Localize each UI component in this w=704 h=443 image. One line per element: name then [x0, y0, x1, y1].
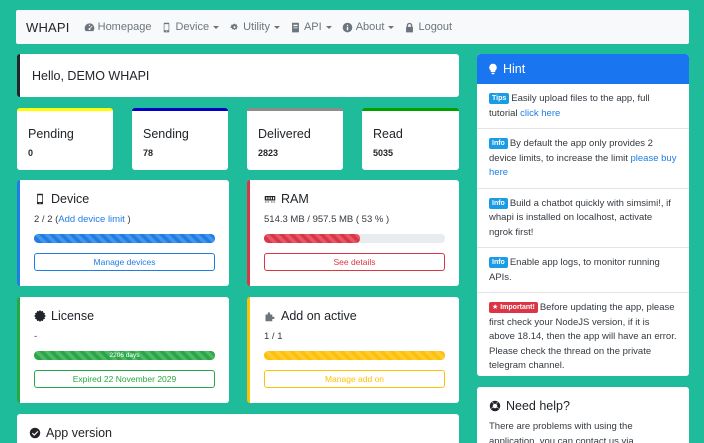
ram-progress-bar: [264, 234, 445, 243]
addon-title: Add on active: [264, 309, 445, 323]
nav-logout[interactable]: Logout: [404, 21, 452, 33]
help-text: There are problems with using the applic…: [489, 421, 634, 443]
ram-progress-fill: [264, 234, 360, 243]
hint-item: Info Build a chatbot quickly with simsimi…: [477, 189, 689, 248]
hint-text: Build a chatbot quickly with simsimi!, i…: [489, 197, 671, 238]
device-panel: Device 2 / 2 (Add device limit ) Manage …: [17, 180, 229, 286]
hint-item: Tips Easily upload files to the app, full…: [477, 84, 689, 129]
info-icon: [342, 22, 353, 32]
hint-text: Enable app logs, to monitor running APIs…: [489, 257, 660, 283]
star-icon: ★: [492, 304, 501, 311]
license-progress-fill: 2206 days: [34, 351, 215, 360]
greeting-card: Hello, DEMO WHAPI: [17, 54, 459, 97]
device-count: 2 / 2 (Add device limit ): [34, 214, 131, 225]
stat-label: Delivered: [258, 127, 311, 141]
device-title: Device: [34, 192, 215, 206]
stat-value: 5035: [373, 148, 394, 158]
license-expiry-button[interactable]: Expired 22 November 2029: [34, 370, 215, 388]
help-title: Need help?: [489, 399, 677, 413]
stat-label: Read: [373, 127, 403, 141]
nav-about-dropdown[interactable]: About: [342, 21, 395, 33]
important-badge: ★ Important!: [489, 302, 538, 313]
stat-value: 78: [143, 148, 154, 158]
license-progress-bar: 2206 days: [34, 351, 215, 360]
navbar: WHAPI Homepage Device Utility API About …: [16, 10, 689, 44]
nav-api-dropdown[interactable]: API: [290, 21, 332, 33]
nav-device-dropdown[interactable]: Device: [161, 21, 220, 33]
certificate-icon: [34, 310, 46, 322]
manage-addon-button[interactable]: Manage add on: [264, 370, 445, 388]
addon-progress-bar: [264, 351, 445, 360]
brand-logo[interactable]: WHAPI: [26, 20, 70, 35]
addon-panel: Add on active 1 / 1 Manage add on: [247, 297, 459, 403]
info-badge: Tips: [489, 93, 510, 104]
check-circle-icon: [29, 427, 41, 439]
manage-devices-button[interactable]: Manage devices: [34, 253, 215, 271]
dashboard-icon: [84, 22, 94, 31]
see-details-button[interactable]: See details: [264, 253, 445, 271]
memory-icon: [264, 196, 276, 203]
license-panel: License - 2206 days Expired 22 November …: [17, 297, 229, 403]
greeting-text: Hello, DEMO WHAPI: [32, 68, 150, 83]
hint-item: Info Enable app logs, to monitor running …: [477, 248, 689, 293]
stat-card-pending: Pending 0: [17, 108, 113, 170]
ram-title: RAM: [264, 192, 445, 206]
stat-value: 2823: [258, 148, 279, 158]
nav-utility-dropdown[interactable]: Utility: [229, 21, 280, 33]
add-device-limit-link[interactable]: Add device limit: [58, 214, 125, 225]
app-version-card: App version: [17, 414, 459, 443]
license-text: -: [34, 331, 38, 342]
hint-item: Info By default the app only provides 2 d…: [477, 129, 689, 189]
app-version-title: App version: [29, 426, 459, 440]
hint-list: Tips Easily upload files to the app, full…: [477, 84, 689, 376]
chevron-down-icon: [325, 25, 332, 29]
hint-text: By default the app only provides 2 devic…: [489, 138, 653, 164]
hint-item: ★ Important! Before updating the app, ple…: [477, 293, 689, 376]
device-progress-bar: [34, 234, 215, 243]
lock-icon: [406, 22, 414, 32]
puzzle-icon: [265, 312, 275, 322]
nav-homepage[interactable]: Homepage: [84, 21, 151, 33]
lightbulb-icon: [489, 63, 497, 75]
stat-card-sending: Sending 78: [132, 108, 228, 170]
hint-header: Hint: [477, 54, 689, 84]
hint-card: Hint Tips Easily upload files to the app,…: [477, 54, 689, 376]
info-badge: Info: [489, 138, 508, 149]
chevron-down-icon: [273, 25, 280, 29]
hint-text: Easily upload files to the app, full tut…: [489, 93, 650, 119]
chevron-down-icon: [213, 25, 220, 29]
book-icon: [292, 22, 299, 32]
help-card: Need help? There are problems with using…: [477, 387, 689, 443]
cogs-icon: [230, 23, 238, 30]
mobile-icon: [37, 193, 43, 205]
lifebuoy-icon: [489, 400, 501, 412]
info-badge: Info: [489, 197, 508, 209]
info-badge: Info: [489, 257, 508, 268]
stat-value: 0: [28, 148, 34, 158]
stat-label: Sending: [143, 127, 189, 141]
addon-count: 1 / 1: [264, 331, 283, 342]
stat-label: Pending: [28, 127, 74, 141]
chevron-down-icon: [388, 25, 395, 29]
ram-panel: RAM 514.3 MB / 957.5 MB ( 53 % ) See det…: [247, 180, 459, 286]
device-progress-fill: [34, 234, 215, 243]
addon-progress-fill: [264, 351, 445, 360]
ram-usage: 514.3 MB / 957.5 MB ( 53 % ): [264, 214, 390, 225]
stat-card-delivered: Delivered 2823: [247, 108, 343, 170]
license-title: License: [34, 309, 215, 323]
stat-card-read: Read 5035: [362, 108, 459, 170]
mobile-icon: [164, 22, 170, 32]
hint-link[interactable]: click here: [520, 108, 560, 119]
